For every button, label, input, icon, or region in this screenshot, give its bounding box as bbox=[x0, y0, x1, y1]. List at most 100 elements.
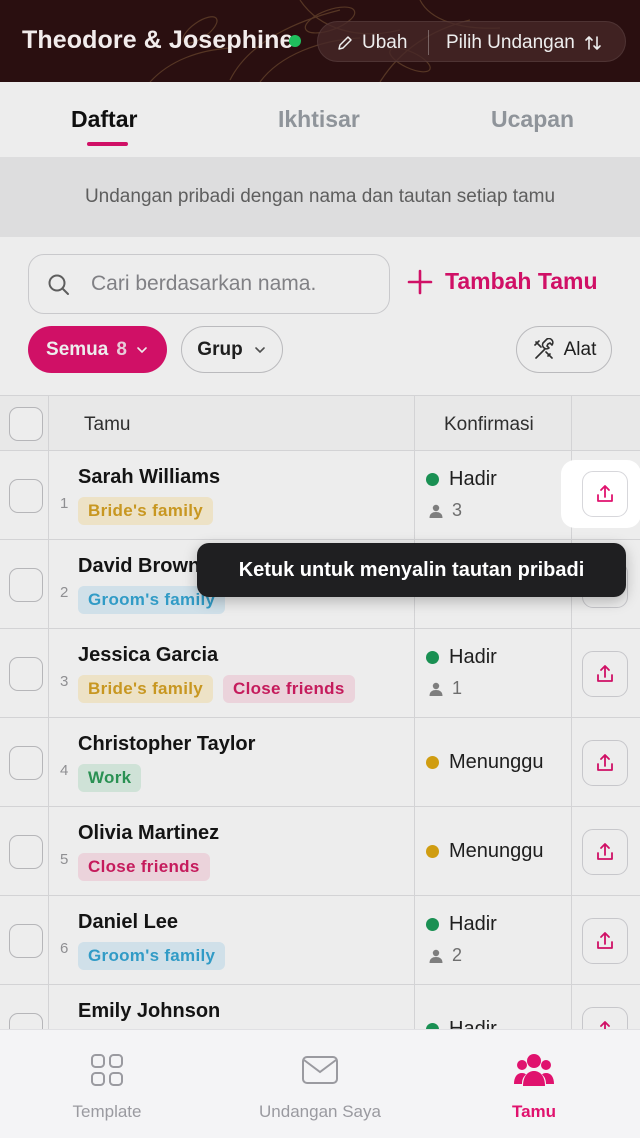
row-number: 3 bbox=[60, 673, 69, 690]
share-upload-icon bbox=[597, 665, 613, 682]
group-tag: Bride's family bbox=[78, 675, 214, 703]
nav-template[interactable]: Template bbox=[56, 1030, 158, 1138]
table-row[interactable]: 5 Olivia Martinez Close friends Menunggu bbox=[0, 807, 640, 896]
row-number: 4 bbox=[60, 762, 69, 779]
nav-my-invitations-label: Undangan Saya bbox=[259, 1102, 381, 1121]
rsvp-status: Hadir bbox=[426, 468, 497, 491]
share-link-button[interactable] bbox=[582, 829, 628, 875]
guest-name[interactable]: Sarah Williams bbox=[78, 466, 220, 489]
row-number: 6 bbox=[60, 940, 69, 957]
table-row[interactable]: 7Emily JohnsonHadir bbox=[0, 985, 640, 1029]
active-tab-indicator bbox=[87, 142, 128, 146]
attendee-count-value: 2 bbox=[452, 945, 463, 965]
guest-tags: Bride's family Close friends bbox=[78, 675, 355, 703]
share-upload-icon bbox=[597, 932, 613, 949]
row-checkbox[interactable] bbox=[9, 657, 43, 691]
guest-table: Tamu Konfirmasi 1 Sarah Williams Bride's f… bbox=[0, 395, 640, 1029]
tools-label: Alat bbox=[563, 338, 597, 360]
share-link-button[interactable] bbox=[582, 651, 628, 697]
nav-guests[interactable]: Tamu bbox=[494, 1030, 574, 1138]
add-guest-button[interactable]: Tambah Tamu bbox=[407, 268, 598, 295]
row-checkbox[interactable] bbox=[9, 479, 43, 513]
rsvp-status: Menunggu bbox=[426, 840, 544, 863]
status-label: Hadir bbox=[449, 468, 497, 490]
attendee-count: 2 bbox=[428, 945, 462, 966]
select-all-checkbox[interactable] bbox=[9, 407, 43, 441]
row-number: 2 bbox=[60, 584, 69, 601]
share-upload-icon bbox=[600, 1021, 610, 1029]
search-input[interactable] bbox=[91, 255, 381, 313]
swap-arrows-icon bbox=[585, 35, 601, 50]
tools-button[interactable]: Alat bbox=[516, 326, 612, 373]
attendee-count-value: 1 bbox=[452, 678, 463, 698]
row-checkbox[interactable] bbox=[9, 924, 43, 958]
guest-name[interactable]: Olivia Martinez bbox=[78, 822, 219, 845]
person-icon bbox=[429, 504, 443, 518]
group-tag: Close friends bbox=[78, 853, 210, 881]
pill-divider bbox=[428, 30, 429, 55]
bottom-navigation: Template Undangan Saya Tamu bbox=[0, 1029, 640, 1138]
status-label: Menunggu bbox=[449, 751, 544, 773]
tab-daftar[interactable]: Daftar bbox=[71, 106, 137, 133]
header-bar: Theodore & Josephine Ubah Pilih Undangan bbox=[0, 0, 640, 82]
status-dot bbox=[426, 918, 439, 931]
table-header: Tamu Konfirmasi bbox=[0, 395, 640, 451]
search-icon bbox=[48, 274, 69, 295]
pencil-icon bbox=[338, 35, 352, 50]
tab-ikhtisar[interactable]: Ikhtisar bbox=[278, 106, 360, 133]
row-checkbox[interactable] bbox=[9, 1013, 43, 1029]
group-tag: Work bbox=[78, 764, 142, 792]
template-grid-icon bbox=[91, 1054, 123, 1086]
share-link-button[interactable] bbox=[582, 1007, 628, 1029]
guest-name[interactable]: Christopher Taylor bbox=[78, 733, 255, 756]
nav-template-label: Template bbox=[72, 1102, 142, 1121]
pick-invitation-button[interactable]: Pilih Undangan bbox=[446, 22, 603, 63]
filter-group-chip[interactable]: Grup bbox=[181, 326, 283, 373]
tab-ucapan[interactable]: Ucapan bbox=[491, 106, 574, 133]
guest-tags: Close friends bbox=[78, 853, 210, 881]
nav-my-invitations[interactable]: Undangan Saya bbox=[245, 1030, 395, 1138]
guest-name[interactable]: David Brown bbox=[78, 555, 200, 578]
rsvp-status: Menunggu bbox=[426, 751, 544, 774]
rsvp-status: Hadir bbox=[426, 1018, 497, 1029]
copy-link-tooltip: Ketuk untuk menyalin tautan pribadi bbox=[197, 543, 626, 597]
edit-button[interactable]: Ubah bbox=[336, 22, 407, 63]
table-row[interactable]: 1 Sarah Williams Bride's family Hadir 3 bbox=[0, 451, 640, 540]
search-box[interactable] bbox=[28, 254, 390, 314]
status-label: Hadir bbox=[449, 913, 497, 935]
table-row[interactable]: 3 Jessica Garcia Bride's family Close frien… bbox=[0, 629, 640, 718]
status-label: Hadir bbox=[449, 646, 497, 668]
share-upload-icon bbox=[597, 485, 613, 502]
filter-all-count: 8 bbox=[116, 338, 127, 360]
guest-name[interactable]: Daniel Lee bbox=[78, 911, 178, 934]
table-row[interactable]: 4 Christopher Taylor Work Menunggu bbox=[0, 718, 640, 807]
attendee-count: 1 bbox=[428, 678, 462, 699]
add-guest-label: Tambah Tamu bbox=[445, 268, 598, 294]
pick-invitation-label: Pilih Undangan bbox=[446, 31, 575, 53]
status-dot bbox=[426, 651, 439, 664]
rsvp-status: Hadir bbox=[426, 913, 497, 936]
row-number: 1 bbox=[60, 495, 69, 512]
guest-name[interactable]: Emily Johnson bbox=[78, 1000, 220, 1023]
chevron-down-icon bbox=[254, 346, 265, 353]
table-row[interactable]: 6 Daniel Lee Groom's family Hadir 2 bbox=[0, 896, 640, 985]
row-checkbox[interactable] bbox=[9, 835, 43, 869]
invitation-title: Theodore & Josephine bbox=[22, 26, 294, 54]
row-number: 5 bbox=[60, 851, 69, 868]
guest-tags: Bride's family bbox=[78, 497, 214, 525]
row-checkbox[interactable] bbox=[9, 568, 43, 602]
column-header-guest: Tamu bbox=[84, 414, 131, 435]
row-checkbox[interactable] bbox=[9, 746, 43, 780]
rsvp-status: Hadir bbox=[426, 646, 497, 669]
share-link-button[interactable] bbox=[582, 471, 628, 517]
filter-all-chip[interactable]: Semua 8 bbox=[28, 326, 167, 373]
guest-name[interactable]: Jessica Garcia bbox=[78, 644, 218, 667]
column-header-confirmation: Konfirmasi bbox=[444, 414, 534, 435]
plus-icon bbox=[407, 269, 433, 294]
envelope-icon bbox=[302, 1056, 338, 1084]
tools-icon bbox=[533, 337, 554, 359]
status-label: Hadir bbox=[449, 1018, 497, 1029]
share-button-spotlight bbox=[561, 460, 640, 528]
share-link-button[interactable] bbox=[582, 918, 628, 964]
share-link-button[interactable] bbox=[582, 740, 628, 786]
